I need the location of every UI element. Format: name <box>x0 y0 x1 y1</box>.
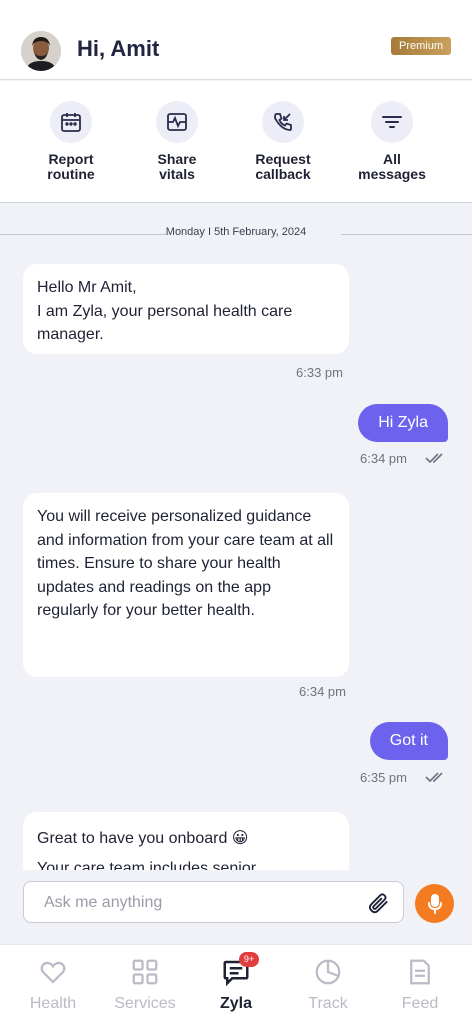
nav-label-zyla: Zyla <box>219 995 252 1012</box>
calendar-icon <box>50 101 92 143</box>
quick-actions-bar: Report routine Share vitals Request call… <box>0 81 472 203</box>
nav-label-track: Track <box>308 995 348 1012</box>
unread-badge: 9+ <box>239 952 259 967</box>
message-composer <box>0 870 472 944</box>
all-messages-button[interactable]: All messages <box>342 101 442 182</box>
outgoing-message: Got it <box>369 722 448 760</box>
grid-icon <box>130 957 160 987</box>
nav-item-feed[interactable]: Feed <box>375 957 465 1013</box>
share-vitals-label: Share vitals <box>157 151 197 182</box>
all-messages-label: All messages <box>358 151 426 182</box>
heart-icon <box>38 957 68 987</box>
report-routine-label: Report routine <box>47 151 95 182</box>
incoming-message: Great to have you onboard 😀 Your care te… <box>23 812 349 870</box>
outgoing-message: Hi Zyla <box>358 404 448 442</box>
incoming-message: You will receive personalized guidance a… <box>23 493 349 677</box>
nav-item-track[interactable]: Track <box>283 957 373 1013</box>
pie-chart-icon <box>313 957 343 987</box>
report-routine-button[interactable]: Report routine <box>21 101 121 182</box>
document-icon <box>405 957 435 987</box>
message-time: 6:34 pm <box>299 684 346 699</box>
read-receipt-icon <box>425 451 447 470</box>
incoming-message: Hello Mr Amit, I am Zyla, your personal … <box>23 264 349 354</box>
share-vitals-button[interactable]: Share vitals <box>127 101 227 182</box>
microphone-button[interactable] <box>415 884 454 923</box>
nav-item-services[interactable]: Services <box>100 957 190 1013</box>
date-label: Monday I 5th February, 2024 <box>165 226 307 238</box>
message-time: 6:35 pm <box>360 770 407 785</box>
chat-area[interactable]: Monday I 5th February, 2024 Hello Mr Ami… <box>0 204 472 870</box>
read-receipt-icon <box>425 770 447 789</box>
message-input-box <box>23 881 404 923</box>
message-time: 6:33 pm <box>296 365 343 380</box>
vitals-pulse-icon <box>156 101 198 143</box>
bottom-navigation: Health Services 9+ Zyla Track Feed <box>0 944 472 1024</box>
nav-label-health: Health <box>29 995 77 1012</box>
request-callback-button[interactable]: Request callback <box>233 101 333 182</box>
app-header: Hi, Amit Premium <box>0 0 472 80</box>
user-avatar[interactable] <box>21 31 61 71</box>
nav-label-services: Services <box>114 995 176 1012</box>
request-callback-label: Request callback <box>255 151 311 182</box>
nav-item-health[interactable]: Health <box>8 957 98 1013</box>
premium-badge: Premium <box>390 37 451 55</box>
paperclip-icon[interactable] <box>365 890 391 921</box>
greeting-title: Hi, Amit <box>77 36 160 61</box>
chat-icon: 9+ <box>221 952 259 987</box>
microphone-icon <box>427 893 442 914</box>
nav-item-zyla[interactable]: 9+ Zyla <box>191 952 281 1013</box>
message-input[interactable] <box>44 891 364 915</box>
nav-label-feed: Feed <box>401 995 439 1012</box>
filter-icon <box>371 101 413 143</box>
date-separator: Monday I 5th February, 2024 <box>0 226 472 242</box>
phone-callback-icon <box>262 101 304 143</box>
message-time: 6:34 pm <box>360 451 407 466</box>
